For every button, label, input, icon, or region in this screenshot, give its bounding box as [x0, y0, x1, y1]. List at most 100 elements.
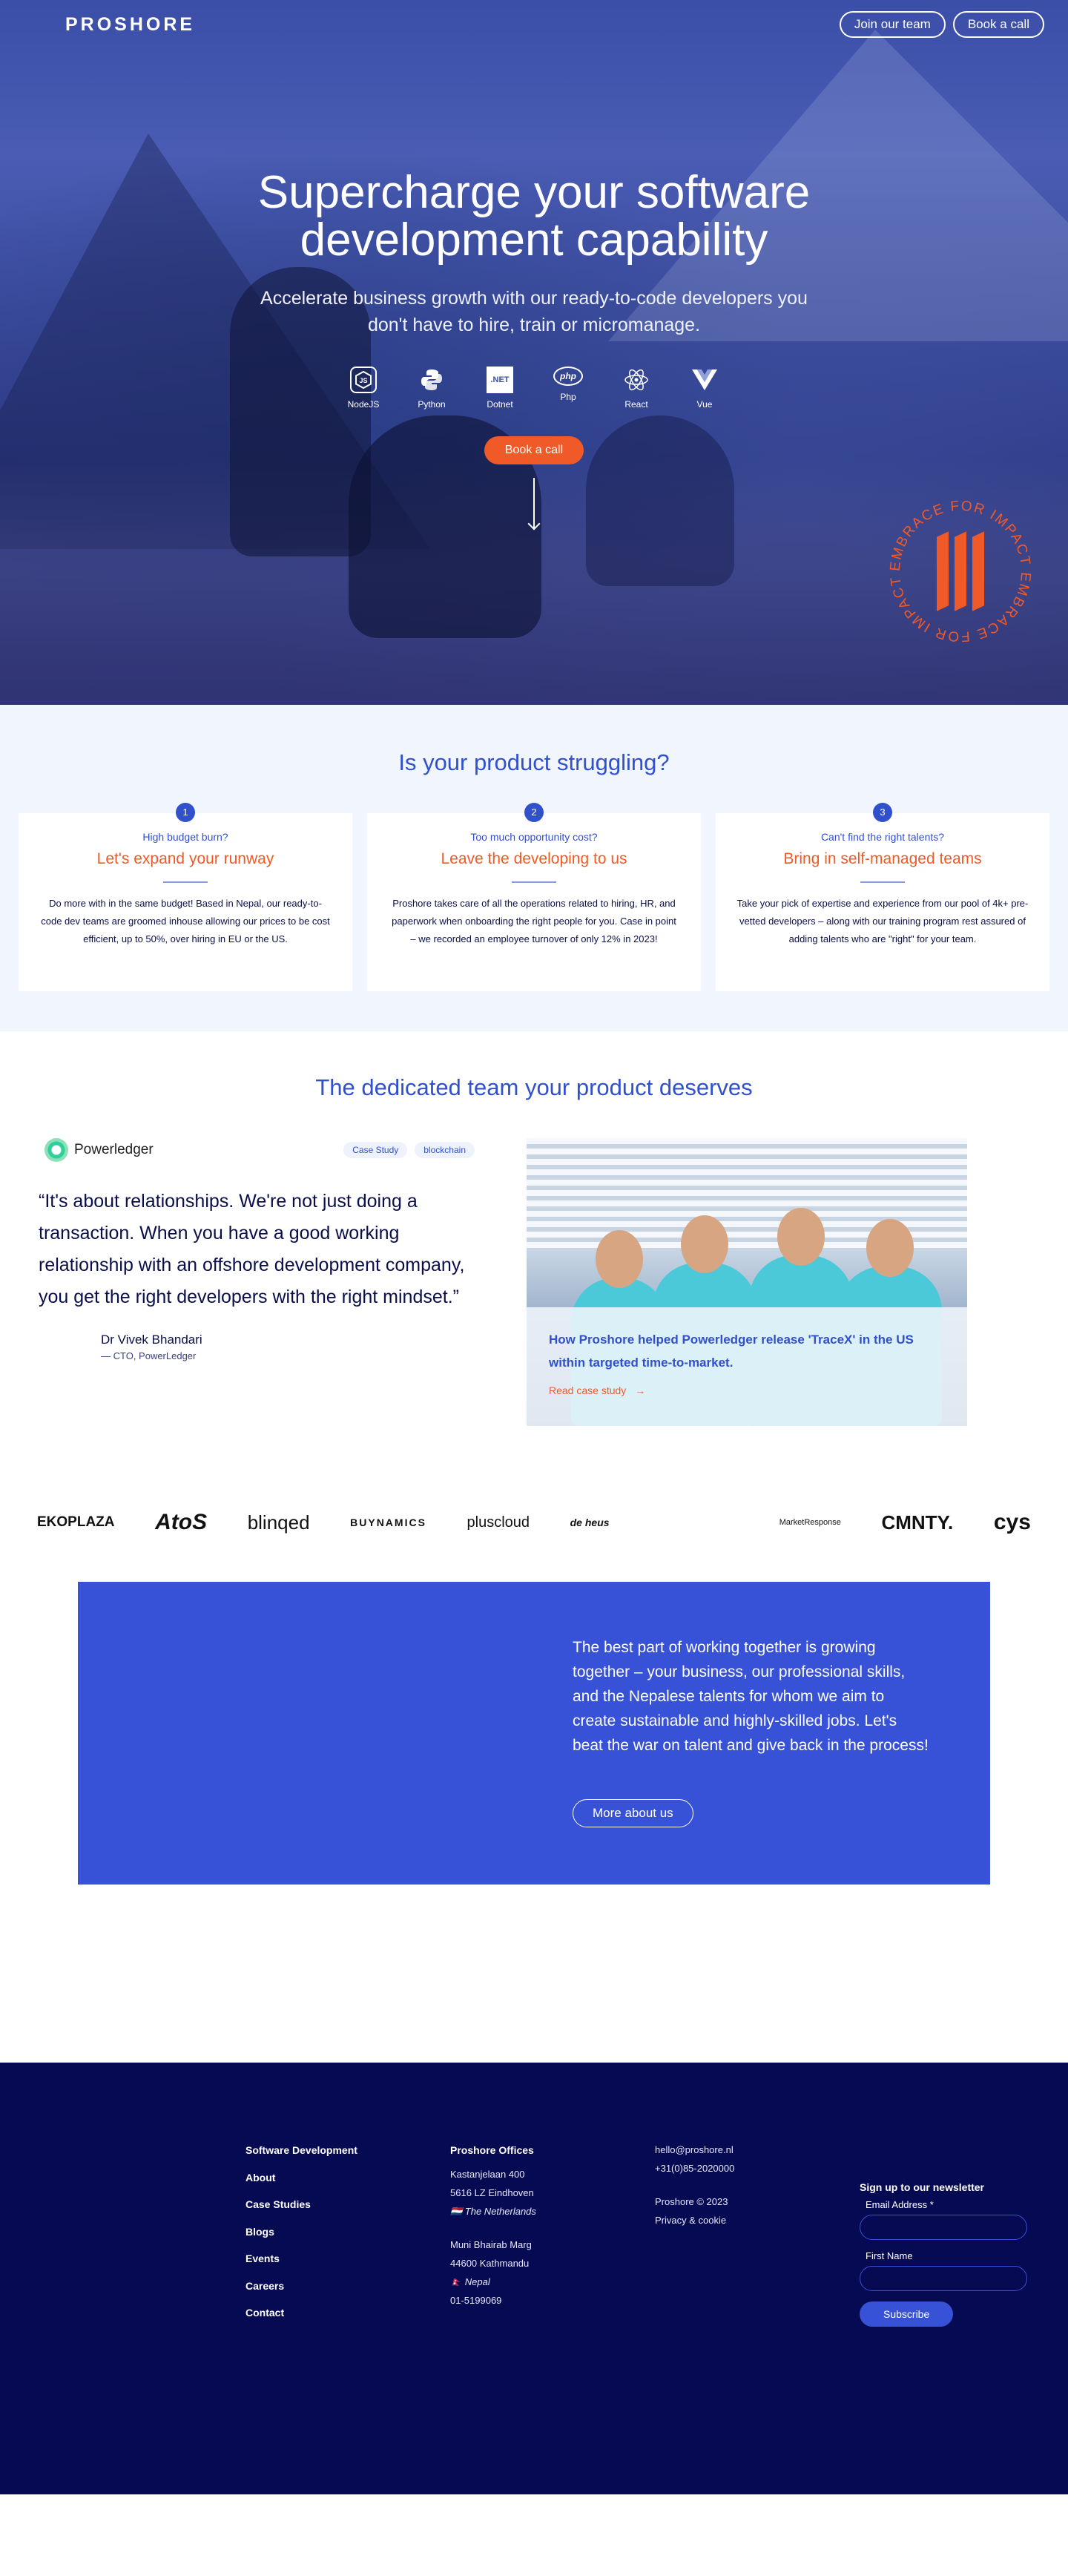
scroll-down-arrow-icon[interactable] [533, 478, 535, 528]
card-eyebrow: Can't find the right talents? [820, 831, 945, 843]
tech-stack: JS NodeJS Python .NET Dotnet php Php Rea… [0, 367, 1068, 410]
contact-phone-link[interactable]: +31(0)85-2020000 [655, 2159, 734, 2178]
subscribe-button[interactable]: Subscribe [860, 2301, 954, 2327]
case-tags: Case Study blockchain [343, 1142, 475, 1158]
tech-item-react: React [616, 367, 656, 410]
office-nl-line: 5616 LZ Eindhoven [450, 2187, 534, 2198]
proshore-mark-icon [937, 531, 984, 611]
client-name: Powerledger [74, 1142, 154, 1157]
card-number: 1 [176, 803, 195, 822]
footer-contact: hello@proshore.nl +31(0)85-2020000 Prosh… [655, 2140, 734, 2230]
card-number: 2 [524, 803, 544, 822]
proshore-logo[interactable]: PROSHORE [65, 14, 195, 36]
card-text: Proshore takes care of all the operation… [392, 898, 676, 944]
client-logo-marketresponse: MarketResponse [779, 1518, 841, 1527]
testimonial-author: Dr Vivek Bhandari — CTO, PowerLedger [37, 1333, 482, 1361]
office-np-line: 44600 Kathmandu [450, 2258, 530, 2269]
testimonial-quote: “It's about relationships. We're not jus… [39, 1191, 465, 1307]
footer-navigation: Software Development About Case Studies … [245, 2137, 357, 2327]
tech-label: React [624, 399, 648, 410]
struggle-section: Is your product struggling? 1 High budge… [0, 705, 1068, 1031]
powerledger-icon [44, 1138, 68, 1162]
footer-link-contact[interactable]: Contact [245, 2299, 357, 2327]
office-nl-country: 🇳🇱 The Netherlands [450, 2206, 536, 2217]
about-text: The best part of working together is gro… [573, 1639, 929, 1754]
client-logo-deheus: de heus [570, 1517, 610, 1528]
tech-item-vue: Vue [685, 367, 725, 410]
tech-label: Dotnet [487, 399, 513, 410]
struggle-title: Is your product struggling? [398, 749, 670, 775]
read-case-study-label: Read case study [549, 1384, 627, 1396]
footer-link-software-development[interactable]: Software Development [245, 2137, 357, 2164]
client-logo-pluscloud: pluscloud [467, 1514, 530, 1531]
card-title: Let's expand your runway [96, 850, 274, 867]
case-study-title[interactable]: How Proshore helped Powerledger release … [549, 1328, 945, 1374]
footer-link-careers[interactable]: Careers [245, 2273, 357, 2300]
card-text: Take your pick of expertise and experien… [736, 898, 1029, 944]
card-divider [512, 881, 556, 883]
tag-case-study[interactable]: Case Study [343, 1142, 408, 1158]
join-our-team-button[interactable]: Join our team [839, 11, 946, 38]
embrace-for-impact-badge: EMBRACE FOR IMPACT EMBRACE FOR IMPACT [886, 497, 1035, 645]
tech-item-nodejs: JS NodeJS [343, 367, 383, 410]
struggle-card: 3 Can't find the right talents? Bring in… [716, 803, 1049, 991]
hero-content: Supercharge your software development ca… [0, 169, 1068, 528]
client-logo-cmnty: CMNTY. [881, 1511, 954, 1534]
footer-link-blogs[interactable]: Blogs [245, 2218, 357, 2246]
card-divider [860, 881, 905, 883]
client-logo-ekoplaza: EKOPLAZA [37, 1514, 115, 1530]
card-title: Leave the developing to us [441, 850, 627, 867]
card-title: Bring in self-managed teams [783, 850, 982, 867]
team-title: The dedicated team your product deserves [315, 1074, 753, 1100]
tech-label: Php [560, 392, 576, 402]
client-logo-blinqed: blinqed [247, 1511, 310, 1534]
card-divider [163, 881, 208, 883]
footer-link-about[interactable]: About [245, 2164, 357, 2192]
arrow-right-icon: → [635, 1384, 646, 1396]
footer-offices: Proshore Offices Kastanjelaan 400 5616 L… [450, 2144, 536, 2310]
office-np-country: 🇳🇵 Nepal [450, 2276, 490, 2287]
more-about-us-button[interactable]: More about us [573, 1799, 693, 1827]
office-np-line: Muni Bhairab Marg [450, 2239, 532, 2250]
tech-label: Vue [696, 399, 713, 410]
hero-subtitle: Accelerate business growth with our read… [260, 288, 808, 335]
header-actions: Join our team Book a call [839, 11, 1044, 38]
tag-blockchain[interactable]: blockchain [415, 1142, 475, 1158]
client-logo-atos: AtoS [155, 1510, 208, 1534]
card-text: Do more with in the same budget! Based i… [41, 898, 330, 944]
tech-label: Python [418, 399, 446, 410]
hero-book-call-button[interactable]: Book a call [484, 436, 584, 464]
card-eyebrow: High budget burn? [142, 831, 228, 843]
contact-email-link[interactable]: hello@proshore.nl [655, 2140, 734, 2159]
dotnet-icon: .NET [487, 367, 513, 393]
office-nl-line: Kastanjelaan 400 [450, 2169, 525, 2180]
author-role: — CTO, PowerLedger [101, 1350, 197, 1361]
client-logo-buynamics: BUYNAMICS [350, 1517, 426, 1528]
newsletter-form: Sign up to our newsletter Email Address … [860, 2181, 1027, 2327]
tech-item-dotnet: .NET Dotnet [480, 367, 520, 410]
header-book-call-button[interactable]: Book a call [952, 11, 1044, 38]
tech-item-php: php Php [548, 367, 588, 410]
client-logos: EKOPLAZA AtoS blinqed BUYNAMICS plusclou… [37, 1500, 1031, 1545]
footer-link-case-studies[interactable]: Case Studies [245, 2191, 357, 2218]
about-band: The best part of working together is gro… [78, 1582, 990, 1885]
newsletter-first-name-input[interactable] [860, 2266, 1027, 2291]
case-study: Powerledger Case Study blockchain “It's … [37, 1138, 1031, 1426]
client-logo-cys: cys [993, 1510, 1031, 1534]
hero-section: PROSHORE Join our team Book a call Super… [0, 0, 1068, 705]
footer-link-events[interactable]: Events [245, 2245, 357, 2273]
top-navigation: PROSHORE Join our team Book a call [0, 0, 1068, 49]
office-np-phone[interactable]: 01-5199069 [450, 2291, 536, 2310]
case-study-card[interactable]: How Proshore helped Powerledger release … [527, 1138, 967, 1426]
card-number: 3 [873, 803, 892, 822]
tech-item-python: Python [412, 367, 452, 410]
privacy-link[interactable]: Privacy & cookie [655, 2211, 734, 2230]
newsletter-title: Sign up to our newsletter [860, 2181, 985, 2193]
read-case-study-link[interactable]: Read case study → [549, 1384, 645, 1396]
dedicated-team-section: The dedicated team your product deserves… [0, 1031, 1068, 2063]
newsletter-email-input[interactable] [860, 2215, 1027, 2240]
first-name-label: First Name [866, 2250, 913, 2261]
testimonial-header: Powerledger Case Study blockchain [37, 1138, 482, 1162]
